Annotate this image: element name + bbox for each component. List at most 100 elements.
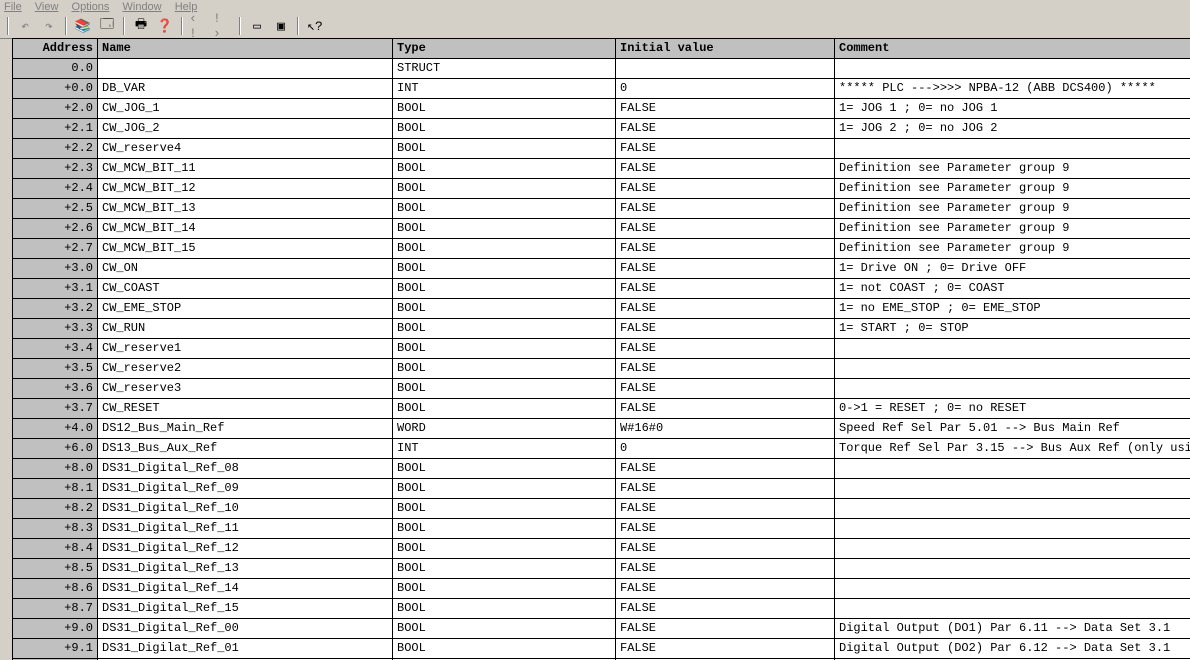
cell-initial[interactable]: FALSE xyxy=(616,359,835,379)
cell-initial[interactable]: FALSE xyxy=(616,279,835,299)
cell-address[interactable]: +8.3 xyxy=(13,519,98,539)
cell-name[interactable]: DS31_Digital_Ref_09 xyxy=(98,479,393,499)
cell-comment[interactable]: Definition see Parameter group 9 xyxy=(835,199,1190,219)
cell-name[interactable]: CW_MCW_BIT_12 xyxy=(98,179,393,199)
cell-initial[interactable]: FALSE xyxy=(616,479,835,499)
cell-initial[interactable]: FALSE xyxy=(616,259,835,279)
cell-name[interactable]: CW_ON xyxy=(98,259,393,279)
cell-comment[interactable]: 0->1 = RESET ; 0= no RESET xyxy=(835,399,1190,419)
cell-comment[interactable]: 1= START ; 0= STOP xyxy=(835,319,1190,339)
table-row[interactable]: +9.0DS31_Digital_Ref_00BOOLFALSEDigital … xyxy=(13,619,1190,639)
cell-address[interactable]: +3.3 xyxy=(13,319,98,339)
cell-address[interactable]: +8.1 xyxy=(13,479,98,499)
cell-comment[interactable] xyxy=(835,59,1190,79)
cell-initial[interactable]: FALSE xyxy=(616,639,835,659)
cell-comment[interactable]: Speed Ref Sel Par 5.01 --> Bus Main Ref xyxy=(835,419,1190,439)
cell-name[interactable]: CW_EME_STOP xyxy=(98,299,393,319)
cell-comment[interactable] xyxy=(835,519,1190,539)
cell-address[interactable]: +2.4 xyxy=(13,179,98,199)
cell-type[interactable]: BOOL xyxy=(393,639,616,659)
cell-type[interactable]: BOOL xyxy=(393,359,616,379)
cell-comment[interactable] xyxy=(835,579,1190,599)
cell-address[interactable]: +8.4 xyxy=(13,539,98,559)
cell-initial[interactable]: FALSE xyxy=(616,399,835,419)
cell-type[interactable]: BOOL xyxy=(393,379,616,399)
cell-type[interactable]: BOOL xyxy=(393,219,616,239)
cell-name[interactable]: DS31_Digital_Ref_10 xyxy=(98,499,393,519)
table-row[interactable]: +4.0DS12_Bus_Main_RefWORDW#16#0Speed Ref… xyxy=(13,419,1190,439)
cell-address[interactable]: +6.0 xyxy=(13,439,98,459)
view-data-button[interactable]: ▣ xyxy=(270,15,292,37)
menu-window[interactable]: Window xyxy=(123,1,162,13)
table-row[interactable]: +3.3CW_RUNBOOLFALSE1= START ; 0= STOP xyxy=(13,319,1190,339)
cell-name[interactable]: CW_JOG_1 xyxy=(98,99,393,119)
table-row[interactable]: +8.0DS31_Digital_Ref_08BOOLFALSE xyxy=(13,459,1190,479)
cell-address[interactable]: +8.2 xyxy=(13,499,98,519)
cell-initial[interactable]: FALSE xyxy=(616,199,835,219)
cell-address[interactable]: +2.3 xyxy=(13,159,98,179)
table-row[interactable]: +3.7CW_RESETBOOLFALSE0->1 = RESET ; 0= n… xyxy=(13,399,1190,419)
cell-address[interactable]: +2.1 xyxy=(13,119,98,139)
cell-initial[interactable]: FALSE xyxy=(616,319,835,339)
cell-address[interactable]: 0.0 xyxy=(13,59,98,79)
cell-address[interactable]: +3.2 xyxy=(13,299,98,319)
cell-address[interactable]: +2.5 xyxy=(13,199,98,219)
cell-name[interactable]: CW_RESET xyxy=(98,399,393,419)
cell-type[interactable]: BOOL xyxy=(393,319,616,339)
table-row[interactable]: +0.0DB_VARINT0***** PLC --->>>> NPBA-12 … xyxy=(13,79,1190,99)
table-row[interactable]: +6.0DS13_Bus_Aux_RefINT0Torque Ref Sel P… xyxy=(13,439,1190,459)
table-row[interactable]: +2.1CW_JOG_2BOOLFALSE1= JOG 2 ; 0= no JO… xyxy=(13,119,1190,139)
cell-initial[interactable] xyxy=(616,59,835,79)
cell-name[interactable]: DS31_Digital_Ref_00 xyxy=(98,619,393,639)
cell-name[interactable]: CW_RUN xyxy=(98,319,393,339)
cell-address[interactable]: +8.7 xyxy=(13,599,98,619)
cell-initial[interactable]: FALSE xyxy=(616,339,835,359)
cell-initial[interactable]: FALSE xyxy=(616,119,835,139)
cell-name[interactable]: CW_COAST xyxy=(98,279,393,299)
header-name[interactable]: Name xyxy=(98,39,393,59)
table-row[interactable]: +3.5CW_reserve2BOOLFALSE xyxy=(13,359,1190,379)
header-address[interactable]: Address xyxy=(13,39,98,59)
cell-type[interactable]: BOOL xyxy=(393,399,616,419)
cell-comment[interactable]: Torque Ref Sel Par 3.15 --> Bus Aux Ref … xyxy=(835,439,1190,459)
cell-type[interactable]: WORD xyxy=(393,419,616,439)
cell-comment[interactable]: Digital Output (DO2) Par 6.12 --> Data S… xyxy=(835,639,1190,659)
cell-address[interactable]: +2.0 xyxy=(13,99,98,119)
cell-name[interactable]: CW_reserve1 xyxy=(98,339,393,359)
cell-address[interactable]: +4.0 xyxy=(13,419,98,439)
cell-name[interactable]: CW_reserve2 xyxy=(98,359,393,379)
next-error-button[interactable]: ! › xyxy=(212,15,234,37)
cell-address[interactable]: +9.1 xyxy=(13,639,98,659)
cell-type[interactable]: BOOL xyxy=(393,579,616,599)
table-row[interactable]: +2.3CW_MCW_BIT_11BOOLFALSEDefinition see… xyxy=(13,159,1190,179)
cell-comment[interactable]: Definition see Parameter group 9 xyxy=(835,219,1190,239)
cell-initial[interactable]: FALSE xyxy=(616,299,835,319)
cell-name[interactable]: DB_VAR xyxy=(98,79,393,99)
table-row[interactable]: +3.4CW_reserve1BOOLFALSE xyxy=(13,339,1190,359)
cell-initial[interactable]: FALSE xyxy=(616,619,835,639)
cell-type[interactable]: BOOL xyxy=(393,259,616,279)
cell-name[interactable]: DS31_Digital_Ref_15 xyxy=(98,599,393,619)
table-row[interactable]: +2.6CW_MCW_BIT_14BOOLFALSEDefinition see… xyxy=(13,219,1190,239)
cell-comment[interactable]: 1= JOG 1 ; 0= no JOG 1 xyxy=(835,99,1190,119)
cell-address[interactable]: +3.0 xyxy=(13,259,98,279)
cell-type[interactable]: BOOL xyxy=(393,599,616,619)
cell-initial[interactable]: FALSE xyxy=(616,599,835,619)
cell-name[interactable]: DS31_Digilat_Ref_01 xyxy=(98,639,393,659)
cell-name[interactable]: CW_MCW_BIT_13 xyxy=(98,199,393,219)
cell-name[interactable] xyxy=(98,59,393,79)
cell-address[interactable]: +3.7 xyxy=(13,399,98,419)
cell-type[interactable]: BOOL xyxy=(393,199,616,219)
redo-button[interactable]: ↷ xyxy=(38,15,60,37)
cell-type[interactable]: BOOL xyxy=(393,619,616,639)
table-row[interactable]: +2.5CW_MCW_BIT_13BOOLFALSEDefinition see… xyxy=(13,199,1190,219)
cell-initial[interactable]: W#16#0 xyxy=(616,419,835,439)
cell-initial[interactable]: FALSE xyxy=(616,179,835,199)
print-button[interactable]: 🖶 xyxy=(130,15,152,37)
menu-options[interactable]: Options xyxy=(72,1,110,13)
table-row[interactable]: +3.1CW_COASTBOOLFALSE1= not COAST ; 0= C… xyxy=(13,279,1190,299)
menu-view[interactable]: View xyxy=(35,1,59,13)
cell-comment[interactable] xyxy=(835,339,1190,359)
header-comment[interactable]: Comment xyxy=(835,39,1190,59)
cell-comment[interactable] xyxy=(835,479,1190,499)
